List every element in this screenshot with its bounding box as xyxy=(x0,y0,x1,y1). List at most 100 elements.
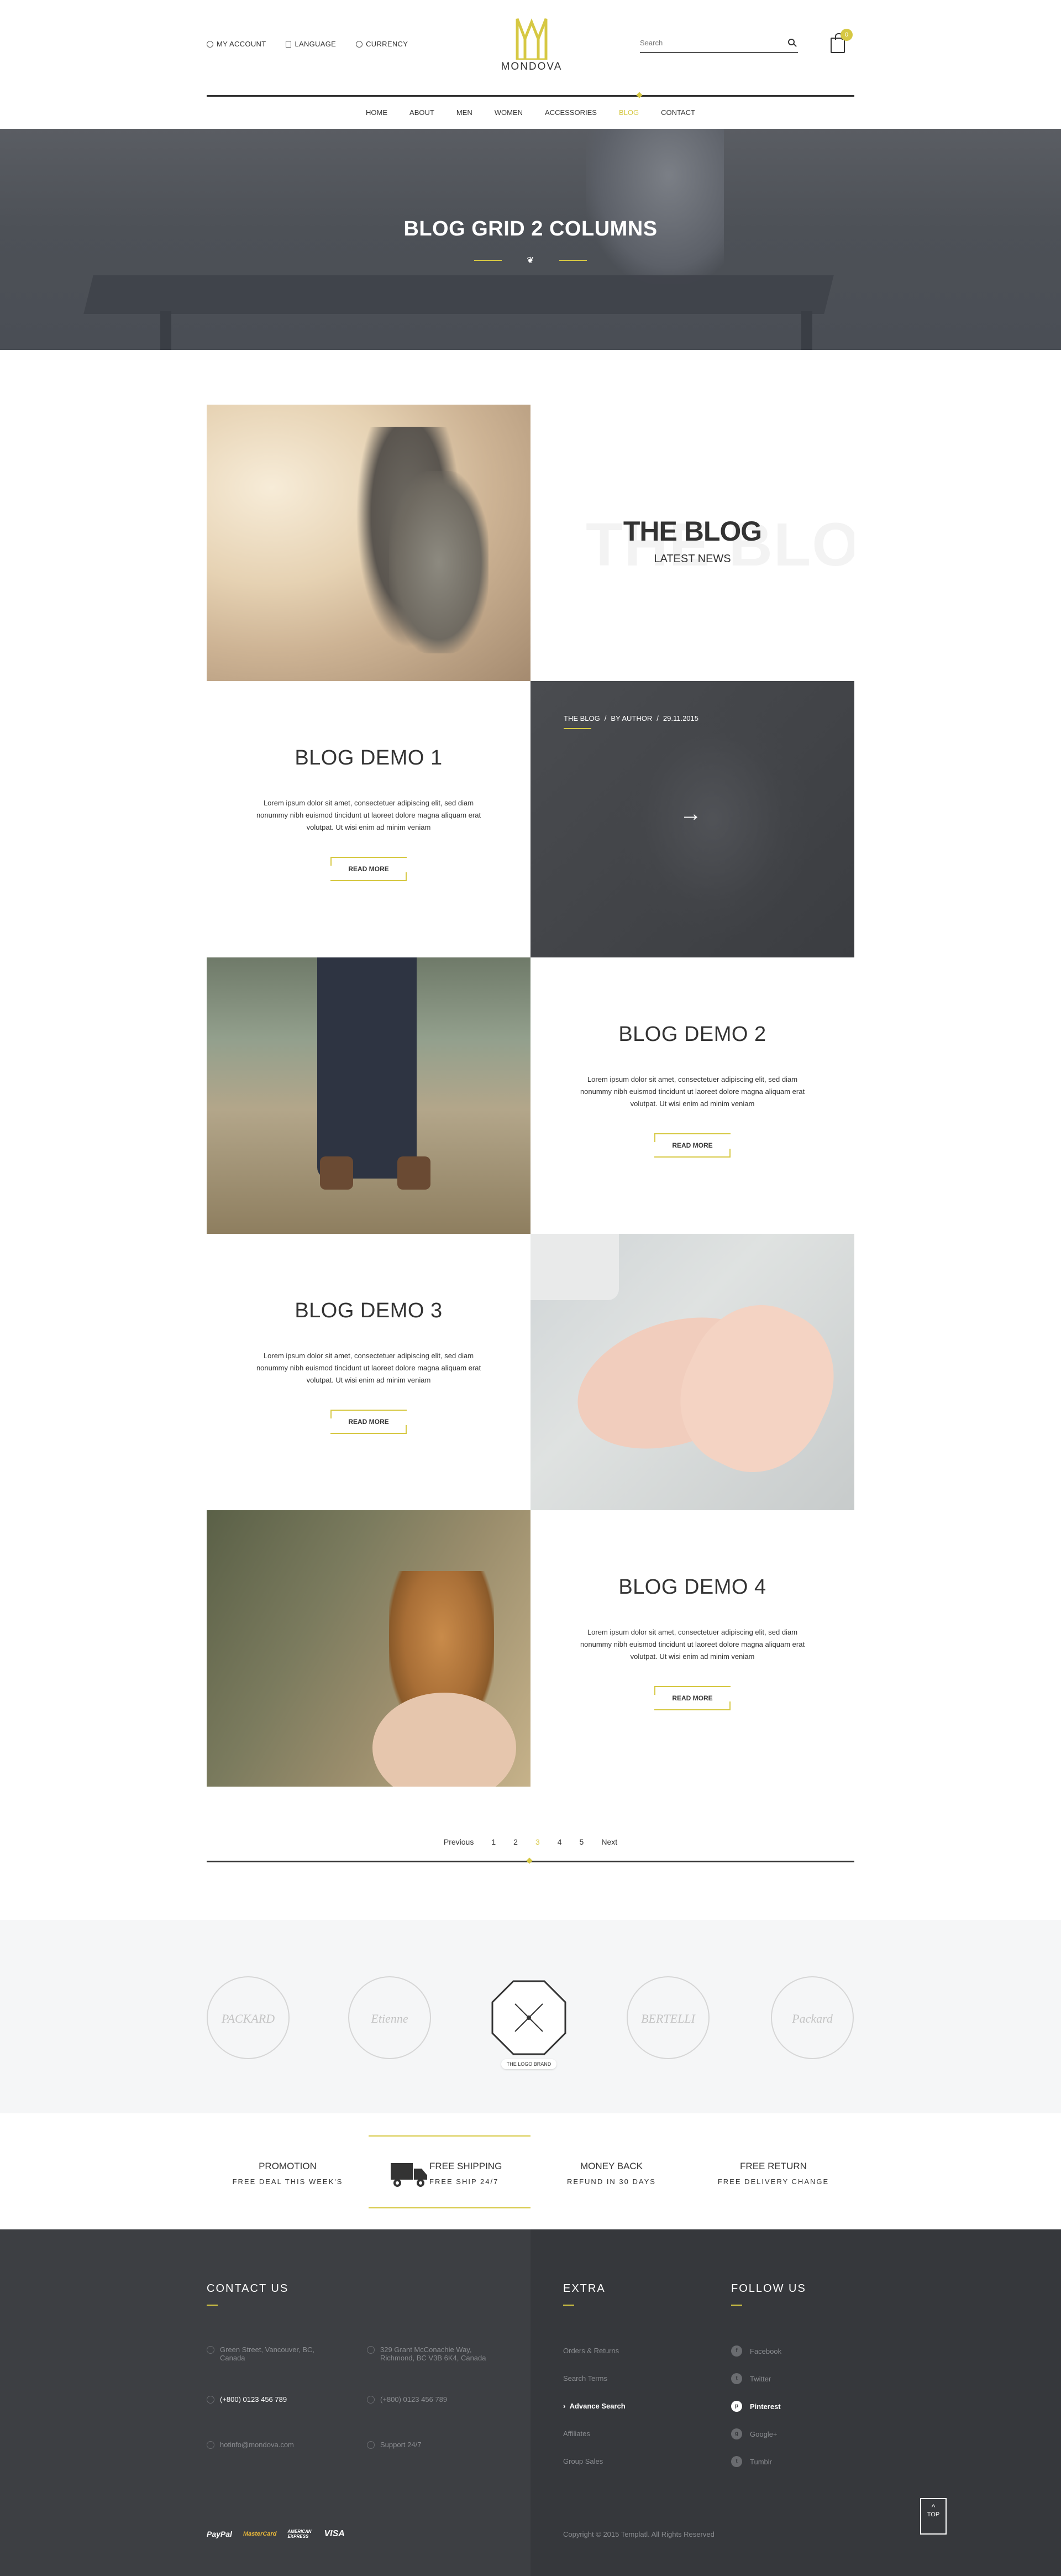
pagination-page[interactable]: 1 xyxy=(482,1834,505,1850)
post-title[interactable]: BLOG DEMO 3 xyxy=(207,1299,530,1323)
social-facebook[interactable]: f Facebook xyxy=(731,2345,781,2357)
extra-link[interactable]: Search Terms xyxy=(563,2374,607,2383)
nav-accessories[interactable]: ACCESSORIES xyxy=(534,104,608,121)
blog-post-1: BLOG DEMO 1 Lorem ipsum dolor sit amet, … xyxy=(207,681,530,957)
banner-bench-leg xyxy=(801,311,812,350)
contact-phone-1[interactable]: (+800) 0123 456 789 xyxy=(207,2395,287,2404)
brand-logo[interactable]: PACKARD xyxy=(207,1976,290,2059)
title-divider: ❦ xyxy=(474,255,587,266)
social-twitter[interactable]: t Twitter xyxy=(731,2373,771,2384)
image-hand xyxy=(656,1283,854,1494)
blog-intro: THE BLOG THE BLOG LATEST NEWS xyxy=(530,405,854,681)
post-excerpt: Lorem ipsum dolor sit amet, consectetuer… xyxy=(580,1075,805,1108)
extra-link[interactable]: Orders & Returns xyxy=(563,2347,619,2355)
search-input[interactable] xyxy=(640,34,778,51)
image-phone xyxy=(530,1234,619,1300)
feature-subtitle: FREE SHIP 24/7 xyxy=(429,2177,499,2186)
read-more-button[interactable]: READ MORE xyxy=(330,857,407,881)
featured-post-card[interactable]: THE BLOG / BY AUTHOR / 29.11.2015 → xyxy=(530,681,854,957)
banner-photo-bench xyxy=(83,275,834,314)
read-more-button[interactable]: READ MORE xyxy=(654,1686,731,1710)
post-title[interactable]: BLOG DEMO 2 xyxy=(530,1023,854,1046)
contact-text: (+800) 0123 456 789 xyxy=(220,2395,287,2404)
intro-image xyxy=(207,405,530,681)
feature-money-back: MONEY BACK REFUND IN 30 DAYS xyxy=(530,2113,692,2229)
twitter-icon: t xyxy=(731,2373,742,2384)
nav-home[interactable]: HOME xyxy=(355,104,398,121)
brand-logo-active[interactable]: THE LOGO BRAND xyxy=(487,1976,570,2069)
pagination-previous[interactable]: Previous xyxy=(435,1834,482,1850)
visa-icon: VISA xyxy=(324,2529,345,2538)
post-title[interactable]: BLOG DEMO 4 xyxy=(530,1575,854,1599)
intro-title: THE BLOG xyxy=(623,516,762,547)
location-icon xyxy=(207,2346,214,2354)
post-2-image[interactable] xyxy=(207,957,530,1234)
pagination-page[interactable]: 5 xyxy=(571,1834,593,1850)
post-excerpt: Lorem ipsum dolor sit amet, consectetuer… xyxy=(580,1628,805,1661)
read-more-button[interactable]: READ MORE xyxy=(654,1133,731,1158)
facebook-icon: f xyxy=(731,2345,742,2357)
brand-name: BERTELLI xyxy=(641,2012,695,2025)
extra-link[interactable]: Affiliates xyxy=(563,2430,590,2438)
post-excerpt: Lorem ipsum dolor sit amet, consectetuer… xyxy=(256,1352,481,1384)
nav-divider xyxy=(207,92,854,98)
contact-email[interactable]: hotinfo@mondova.com xyxy=(207,2441,294,2449)
cart-count-badge: 0 xyxy=(841,29,853,41)
feature-free-shipping: FREE SHIPPING FREE SHIP 24/7 xyxy=(369,2113,530,2229)
phone-icon xyxy=(207,2396,214,2404)
logo[interactable]: MONDOVA xyxy=(498,17,565,73)
contact-phone-2[interactable]: (+800) 0123 456 789 xyxy=(367,2395,447,2404)
google-plus-icon: g xyxy=(731,2428,742,2439)
post-title[interactable]: BLOG DEMO 1 xyxy=(207,746,530,770)
nav-men[interactable]: MEN xyxy=(445,104,484,121)
pagination-page-current[interactable]: 3 xyxy=(527,1834,549,1850)
back-to-top-button[interactable]: TOP xyxy=(920,2498,947,2535)
arrow-right-icon[interactable]: → xyxy=(680,803,704,825)
truck-icon xyxy=(391,2163,427,2187)
feature-title: MONEY BACK xyxy=(580,2161,643,2171)
post-3-image[interactable] xyxy=(530,1234,854,1510)
pagination-page[interactable]: 4 xyxy=(549,1834,571,1850)
post-4-image[interactable] xyxy=(207,1510,530,1787)
ornament-icon: ❦ xyxy=(527,256,534,265)
nav-about[interactable]: ABOUT xyxy=(398,104,445,121)
intro-subtitle: LATEST NEWS xyxy=(654,553,731,565)
read-more-button[interactable]: READ MORE xyxy=(330,1410,407,1434)
nav-women[interactable]: WOMEN xyxy=(484,104,534,121)
extra-link-active[interactable]: › Advance Search xyxy=(563,2402,626,2410)
nav-blog[interactable]: BLOG xyxy=(608,104,650,121)
social-tumblr[interactable]: t Tumblr xyxy=(731,2456,772,2467)
my-account-link[interactable]: MY ACCOUNT xyxy=(207,40,266,48)
post-meta: THE BLOG / BY AUTHOR / 29.11.2015 xyxy=(564,714,698,722)
currency-link[interactable]: CURRENCY xyxy=(356,40,408,48)
social-pinterest[interactable]: p Pinterest xyxy=(731,2401,781,2412)
social-label: Google+ xyxy=(750,2430,778,2438)
extra-link[interactable]: Group Sales xyxy=(563,2457,603,2465)
brand-logo[interactable]: Packard xyxy=(771,1976,854,2059)
search-icon[interactable] xyxy=(788,39,795,45)
flag-icon xyxy=(286,40,292,48)
divider-line xyxy=(559,260,587,261)
extra-link-label: Advance Search xyxy=(569,2402,626,2410)
page-banner: BLOG GRID 2 COLUMNS ❦ xyxy=(0,129,1061,350)
pinterest-icon: p xyxy=(731,2401,742,2412)
language-link[interactable]: LANGUAGE xyxy=(286,40,336,48)
pagination-next[interactable]: Next xyxy=(592,1834,626,1850)
pagination-page[interactable]: 2 xyxy=(505,1834,527,1850)
social-google-plus[interactable]: g Google+ xyxy=(731,2428,778,2439)
brand-logo[interactable]: Etienne xyxy=(348,1976,431,2059)
feature-subtitle: REFUND IN 30 DAYS xyxy=(567,2177,656,2186)
contact-text: hotinfo@mondova.com xyxy=(220,2441,294,2449)
brand-logo[interactable]: BERTELLI xyxy=(627,1976,710,2059)
feature-title: PROMOTION xyxy=(259,2161,317,2171)
page-title: BLOG GRID 2 COLUMNS xyxy=(403,217,658,240)
blog-post-2: BLOG DEMO 2 Lorem ipsum dolor sit amet, … xyxy=(530,957,854,1234)
cart-button[interactable]: 0 xyxy=(831,29,853,53)
divider-line xyxy=(474,260,502,261)
post-author[interactable]: BY AUTHOR xyxy=(611,714,652,722)
contact-address-2: 329 Grant McConachie Way, Richmond, BC V… xyxy=(367,2345,505,2362)
nav-contact[interactable]: CONTACT xyxy=(650,104,706,121)
post-category[interactable]: THE BLOG xyxy=(564,714,600,722)
brand-name: Etienne xyxy=(371,2012,408,2025)
heading-underline xyxy=(207,2305,218,2306)
